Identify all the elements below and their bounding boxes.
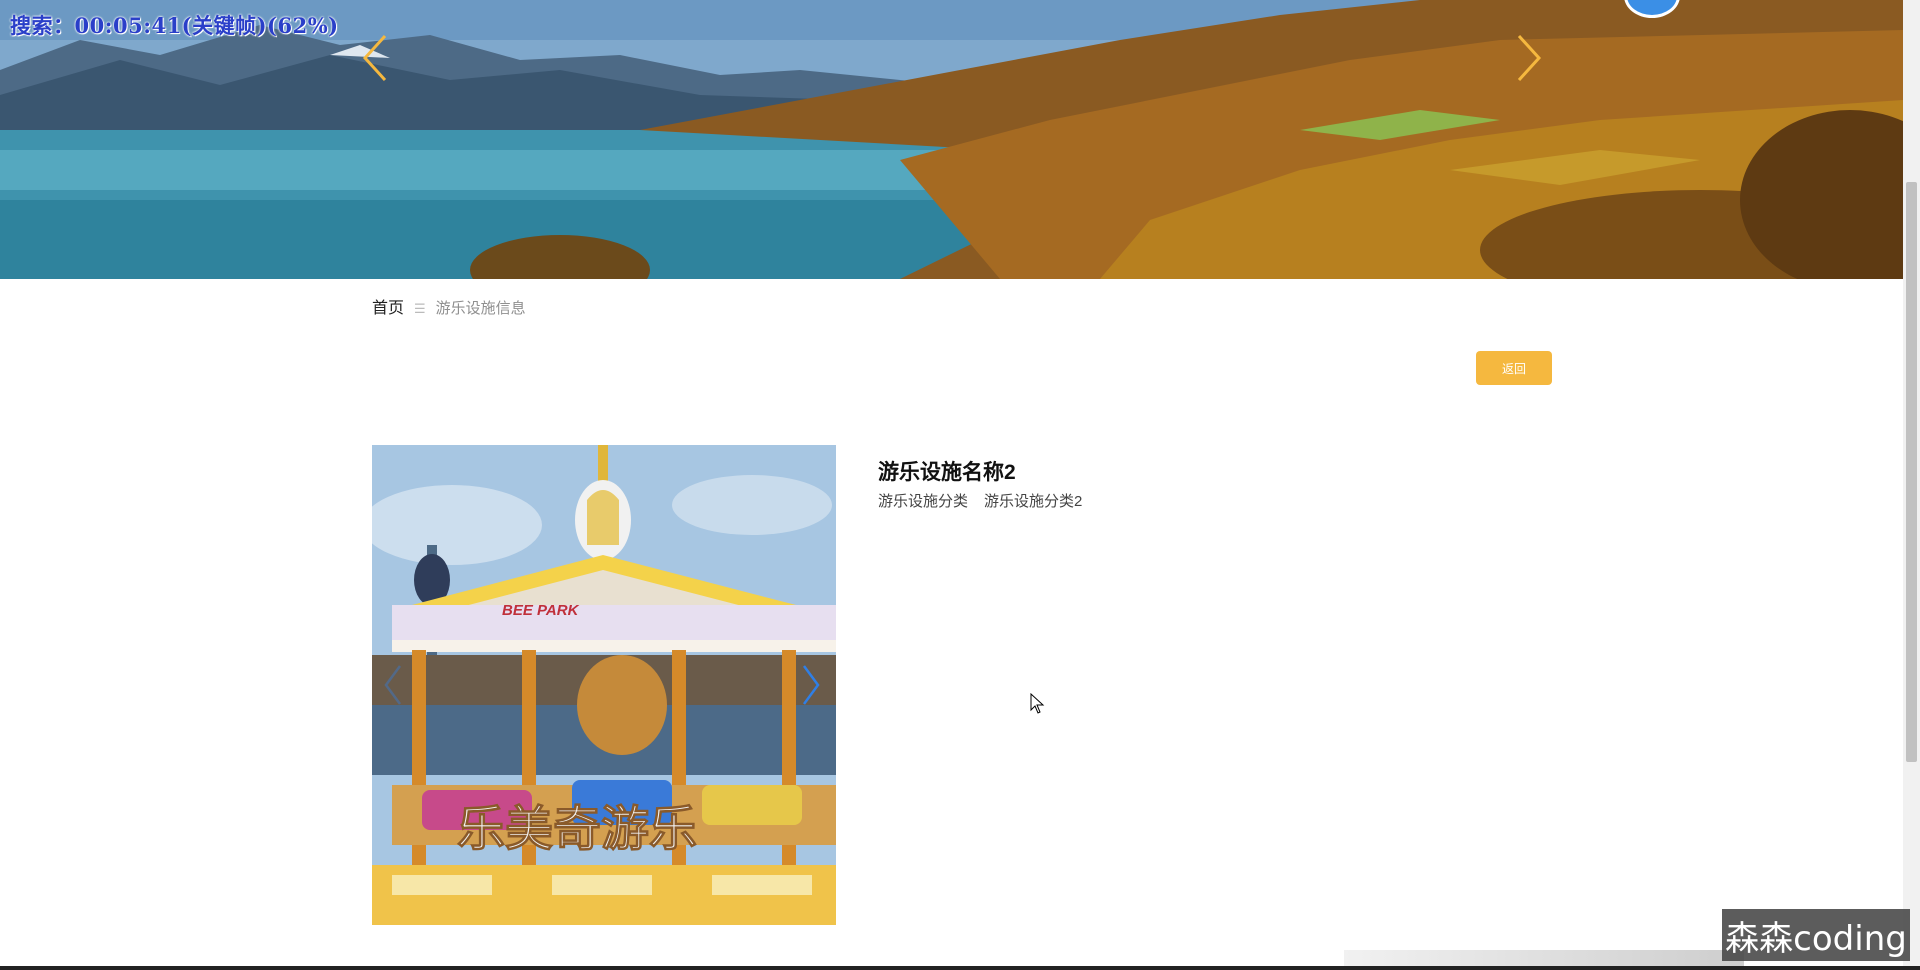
facility-image-carousel[interactable]: BEE PARK 乐美奇游乐 xyxy=(372,445,836,925)
category-value: 游乐设施分类2 xyxy=(984,493,1083,510)
search-timestamp-overlay: 搜索：00:05:41(关键帧)(62%) xyxy=(10,13,339,38)
chevron-right-icon xyxy=(802,665,820,705)
facility-category-row: 游乐设施分类 游乐设施分类2 xyxy=(878,490,1082,511)
facility-title: 游乐设施名称2 xyxy=(878,461,1016,484)
page: 搜索：00:05:41(关键帧)(62%) 首页 ☰ 游乐设施信息 返回 BEE… xyxy=(0,0,1920,970)
image-sign-text: 乐美奇游乐 xyxy=(457,801,697,857)
banner-prev-button[interactable] xyxy=(355,28,395,88)
bottom-bar xyxy=(0,966,1920,970)
image-prev-button[interactable] xyxy=(378,660,408,710)
bottom-fade xyxy=(1344,950,1744,966)
back-button[interactable]: 返回 xyxy=(1476,351,1552,385)
breadcrumb-separator-icon: ☰ xyxy=(414,301,426,316)
breadcrumb-home-link[interactable]: 首页 xyxy=(372,298,404,320)
carousel-photo: BEE PARK 乐美奇游乐 xyxy=(372,445,836,925)
watermark: 森森coding xyxy=(1722,909,1910,961)
category-label: 游乐设施分类 xyxy=(878,493,969,510)
breadcrumb: 首页 ☰ 游乐设施信息 xyxy=(372,298,526,320)
chevron-right-icon xyxy=(1517,34,1542,82)
page-scrollbar-thumb[interactable] xyxy=(1906,182,1917,762)
mouse-cursor-icon xyxy=(1030,693,1045,714)
chevron-left-icon xyxy=(384,665,402,705)
banner-landscape-image xyxy=(0,0,1903,279)
image-banner-text: BEE PARK xyxy=(502,602,580,619)
hero-banner: 搜索：00:05:41(关键帧)(62%) xyxy=(0,0,1903,279)
image-next-button[interactable] xyxy=(796,660,826,710)
banner-next-button[interactable] xyxy=(1509,28,1549,88)
breadcrumb-current: 游乐设施信息 xyxy=(435,300,526,317)
chevron-left-icon xyxy=(362,34,387,82)
